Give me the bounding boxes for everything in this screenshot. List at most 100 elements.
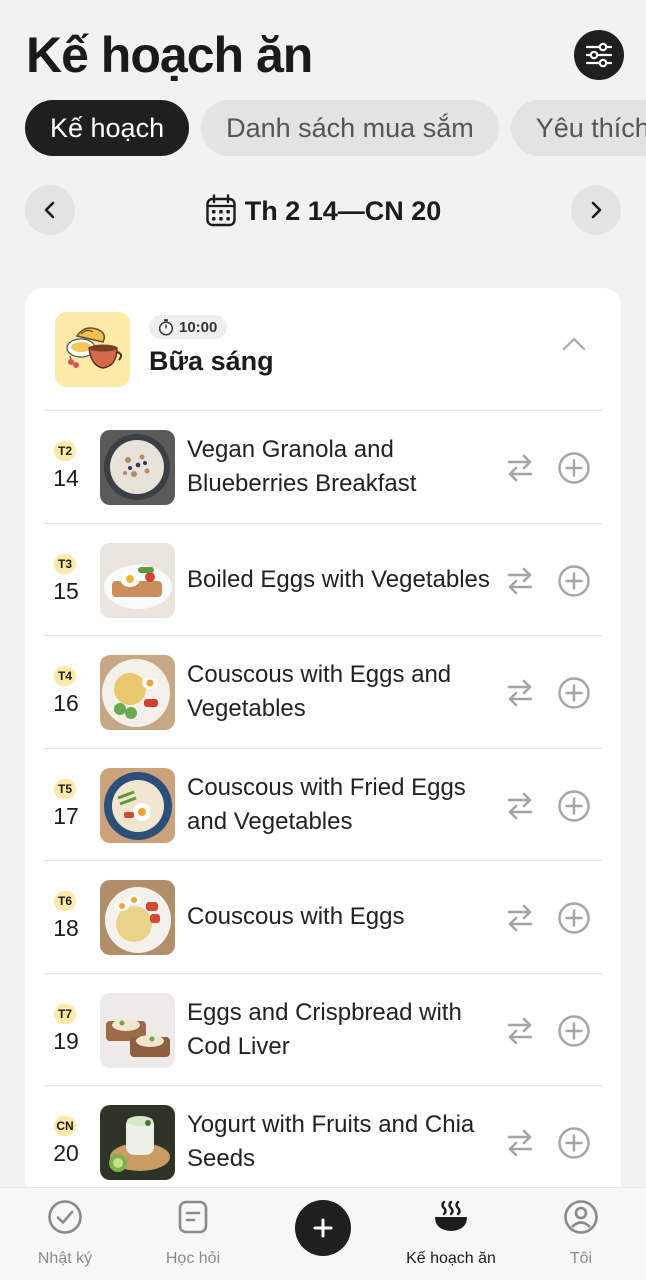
dish-name-text: Boiled Eggs with Vegetables bbox=[187, 565, 490, 593]
meal-card: 10:00 Bữa sáng T2 14 Vegan Granola and Blu… bbox=[25, 288, 621, 1280]
meal-time-badge: 10:00 bbox=[149, 315, 228, 339]
day-of-week-badge: T3 bbox=[54, 553, 76, 574]
nav-diary[interactable]: Nhật ký bbox=[0, 1198, 130, 1268]
day-of-week-badge: CN bbox=[54, 1116, 76, 1136]
dish-name[interactable]: Couscous with Eggs bbox=[187, 861, 497, 973]
dish-name[interactable]: Eggs and Crispbread with Cod Liver bbox=[187, 974, 497, 1086]
breakfast-icon bbox=[55, 312, 130, 387]
swap-dish-button[interactable] bbox=[506, 791, 534, 826]
dish-name-text: Vegan Granola and Blueberries Breakfast bbox=[187, 436, 417, 497]
swap-arrows-icon bbox=[507, 1129, 533, 1157]
add-button[interactable] bbox=[295, 1200, 351, 1256]
day-date: 16 bbox=[53, 690, 79, 716]
check-circle-icon bbox=[48, 1200, 82, 1234]
dish-thumbnail[interactable] bbox=[100, 430, 175, 505]
add-dish-button[interactable] bbox=[557, 789, 591, 828]
tab-plan[interactable]: Kế hoạch bbox=[25, 100, 190, 156]
plus-circle-icon bbox=[558, 1014, 590, 1047]
add-dish-button[interactable] bbox=[557, 1014, 591, 1053]
plus-circle-icon bbox=[558, 1127, 590, 1159]
add-dish-button[interactable] bbox=[557, 564, 591, 603]
plus-circle-icon bbox=[558, 902, 590, 934]
dish-thumbnail[interactable] bbox=[100, 767, 175, 843]
swap-arrows-icon bbox=[507, 679, 533, 707]
swap-arrows-icon bbox=[507, 904, 533, 932]
document-icon bbox=[178, 1200, 208, 1234]
dish-thumbnail[interactable] bbox=[100, 655, 175, 730]
dish-name-text: Yogurt with Fruits and Chia Seeds bbox=[187, 1111, 475, 1172]
add-dish-button[interactable] bbox=[557, 451, 591, 490]
add-dish-button[interactable] bbox=[557, 1126, 591, 1165]
dish-name[interactable]: Couscous with Fried Eggs and Vegetables bbox=[187, 749, 497, 861]
profile-icon bbox=[564, 1200, 598, 1234]
next-week-button[interactable] bbox=[571, 185, 621, 235]
dish-thumbnail[interactable] bbox=[100, 880, 175, 955]
swap-dish-button[interactable] bbox=[506, 903, 534, 938]
meal-day-row[interactable]: T4 16 Couscous with Eggs and Vegetables bbox=[44, 635, 602, 748]
dish-name-text: Couscous with Eggs bbox=[187, 903, 405, 930]
nav-learn-label: Học hỏi bbox=[165, 1250, 221, 1267]
day-of-week-badge: T7 bbox=[54, 1003, 76, 1024]
swap-dish-button[interactable] bbox=[506, 566, 534, 601]
nav-meal-plan[interactable]: Kế hoạch ăn bbox=[386, 1198, 516, 1268]
filter-button[interactable] bbox=[574, 30, 624, 80]
plus-circle-icon bbox=[558, 564, 590, 597]
day-of-week-badge: T5 bbox=[54, 778, 76, 799]
dish-name[interactable]: Yogurt with Fruits and Chia Seeds bbox=[187, 1086, 497, 1198]
dish-name-text: Couscous with Fried Eggs and Vegetables bbox=[187, 773, 466, 835]
week-range[interactable]: Th 2 14—CN 20 bbox=[25, 191, 621, 231]
meal-day-row[interactable]: T2 14 Vegan Granola and Blueberries Breakf… bbox=[44, 410, 602, 523]
meal-day-row[interactable]: T7 19 Eggs and Crispbread with Cod Liver bbox=[44, 972, 602, 1086]
meal-day-list: T2 14 Vegan Granola and Blueberries Breakf… bbox=[44, 410, 602, 1198]
nav-meal-plan-label: Kế hoạch ăn bbox=[406, 1250, 496, 1267]
dish-thumbnail[interactable] bbox=[100, 542, 175, 618]
plus-circle-icon bbox=[558, 677, 590, 709]
plus-circle-icon bbox=[558, 789, 590, 822]
swap-dish-button[interactable] bbox=[506, 453, 534, 488]
dish-name[interactable]: Boiled Eggs with Vegetables bbox=[187, 524, 497, 636]
nav-learn[interactable]: Học hỏi bbox=[128, 1198, 258, 1268]
swap-dish-button[interactable] bbox=[506, 1016, 534, 1051]
day-of-week-badge: T2 bbox=[54, 441, 76, 461]
dish-name-text: Eggs and Crispbread with Cod Liver bbox=[187, 998, 462, 1060]
swap-arrows-icon bbox=[507, 792, 533, 819]
tab-bar: Kế hoạch Danh sách mua sắm Yêu thích bbox=[25, 100, 646, 156]
collapse-button[interactable] bbox=[561, 336, 587, 357]
dish-name[interactable]: Couscous with Eggs and Vegetables bbox=[187, 636, 497, 748]
nav-me[interactable]: Tôi bbox=[516, 1198, 646, 1268]
meal-day-row[interactable]: T5 17 Couscous with Fried Eggs and Vegetab… bbox=[44, 747, 602, 861]
dish-name-text: Couscous with Eggs and Vegetables bbox=[187, 661, 452, 722]
nav-me-label: Tôi bbox=[569, 1250, 593, 1267]
swap-arrows-icon bbox=[507, 1017, 533, 1044]
sliders-icon bbox=[585, 42, 613, 68]
day-of-week-badge: T4 bbox=[54, 666, 76, 686]
plus-circle-icon bbox=[558, 452, 590, 484]
bottom-navigation: Nhật ký Học hỏi Kế hoạch ăn Tôi bbox=[0, 1187, 646, 1280]
day-date: 14 bbox=[53, 465, 79, 491]
meal-time: 10:00 bbox=[179, 318, 218, 336]
dish-name[interactable]: Vegan Granola and Blueberries Breakfast bbox=[187, 411, 497, 523]
week-selector: Th 2 14—CN 20 bbox=[25, 185, 621, 235]
swap-arrows-icon bbox=[507, 567, 533, 594]
day-date: 19 bbox=[53, 1027, 79, 1054]
swap-arrows-icon bbox=[507, 454, 533, 482]
swap-dish-button[interactable] bbox=[506, 678, 534, 713]
dish-thumbnail[interactable] bbox=[100, 992, 175, 1068]
week-label: Th 2 14—CN 20 bbox=[244, 195, 442, 226]
day-of-week-badge: T6 bbox=[54, 891, 76, 911]
day-date: 15 bbox=[53, 577, 79, 604]
meal-day-row[interactable]: T6 18 Couscous with Eggs bbox=[44, 860, 602, 973]
add-dish-button[interactable] bbox=[557, 676, 591, 715]
tab-shopping-list[interactable]: Danh sách mua sắm bbox=[201, 100, 499, 156]
dish-thumbnail[interactable] bbox=[100, 1105, 175, 1180]
calendar-icon bbox=[206, 194, 236, 227]
add-dish-button[interactable] bbox=[557, 901, 591, 940]
nav-diary-label: Nhật ký bbox=[37, 1250, 93, 1267]
chevron-up-icon bbox=[562, 337, 586, 351]
swap-dish-button[interactable] bbox=[506, 1128, 534, 1163]
stopwatch-icon bbox=[158, 319, 174, 336]
meal-day-row[interactable]: T3 15 Boiled Eggs with Vegetables bbox=[44, 522, 602, 636]
tab-favorites[interactable]: Yêu thích bbox=[510, 100, 646, 156]
meal-day-row[interactable]: CN 20 Yogurt with Fruits and Chia Seeds bbox=[44, 1085, 602, 1198]
day-date: 17 bbox=[53, 802, 79, 829]
